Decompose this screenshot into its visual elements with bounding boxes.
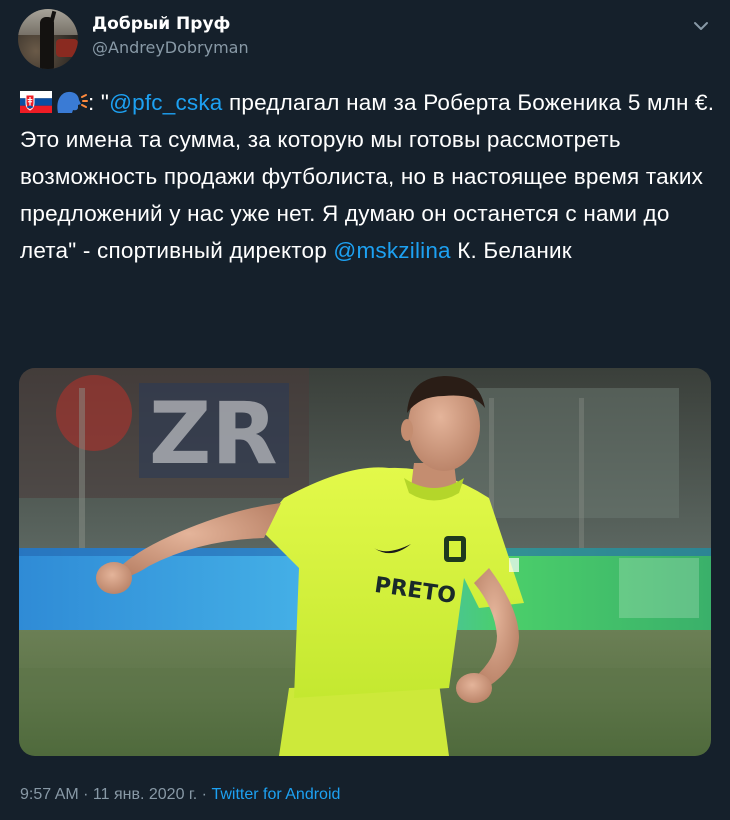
avatar[interactable] bbox=[18, 9, 78, 69]
tweet-text-tail: К. Беланик bbox=[450, 238, 572, 263]
meta-separator: · bbox=[197, 786, 212, 803]
tweet-time[interactable]: 9:57 AM bbox=[20, 786, 79, 803]
mention-mskzilina-link[interactable]: @mskzilina bbox=[333, 238, 450, 263]
author-handle[interactable]: @AndreyDobryman bbox=[92, 38, 249, 57]
meta-separator: · bbox=[78, 786, 93, 803]
slovakia-flag-emoji bbox=[20, 87, 52, 113]
tweet-source-link[interactable]: Twitter for Android bbox=[211, 786, 340, 803]
speaking-head-emoji bbox=[54, 89, 88, 115]
tweet-meta: 9:57 AM · 11 янв. 2020 г. · Twitter for … bbox=[20, 786, 340, 804]
tweet-card: Добрый Пруф @AndreyDobryman : "@pfc_cska… bbox=[0, 0, 730, 820]
chevron-down-icon[interactable] bbox=[690, 15, 712, 37]
mention-pfc-cska-link[interactable]: @pfc_cska bbox=[109, 90, 222, 115]
tweet-text: : "@pfc_cska предлагал нам за Роберта Бо… bbox=[20, 84, 715, 269]
tweet-media-photo[interactable]: ZR PRETO bbox=[19, 368, 711, 756]
author-display-name[interactable]: Добрый Пруф bbox=[92, 14, 230, 34]
board-text: ZR bbox=[149, 384, 278, 484]
tweet-date[interactable]: 11 янв. 2020 г. bbox=[93, 786, 197, 803]
tweet-text-colon: : " bbox=[88, 90, 110, 115]
